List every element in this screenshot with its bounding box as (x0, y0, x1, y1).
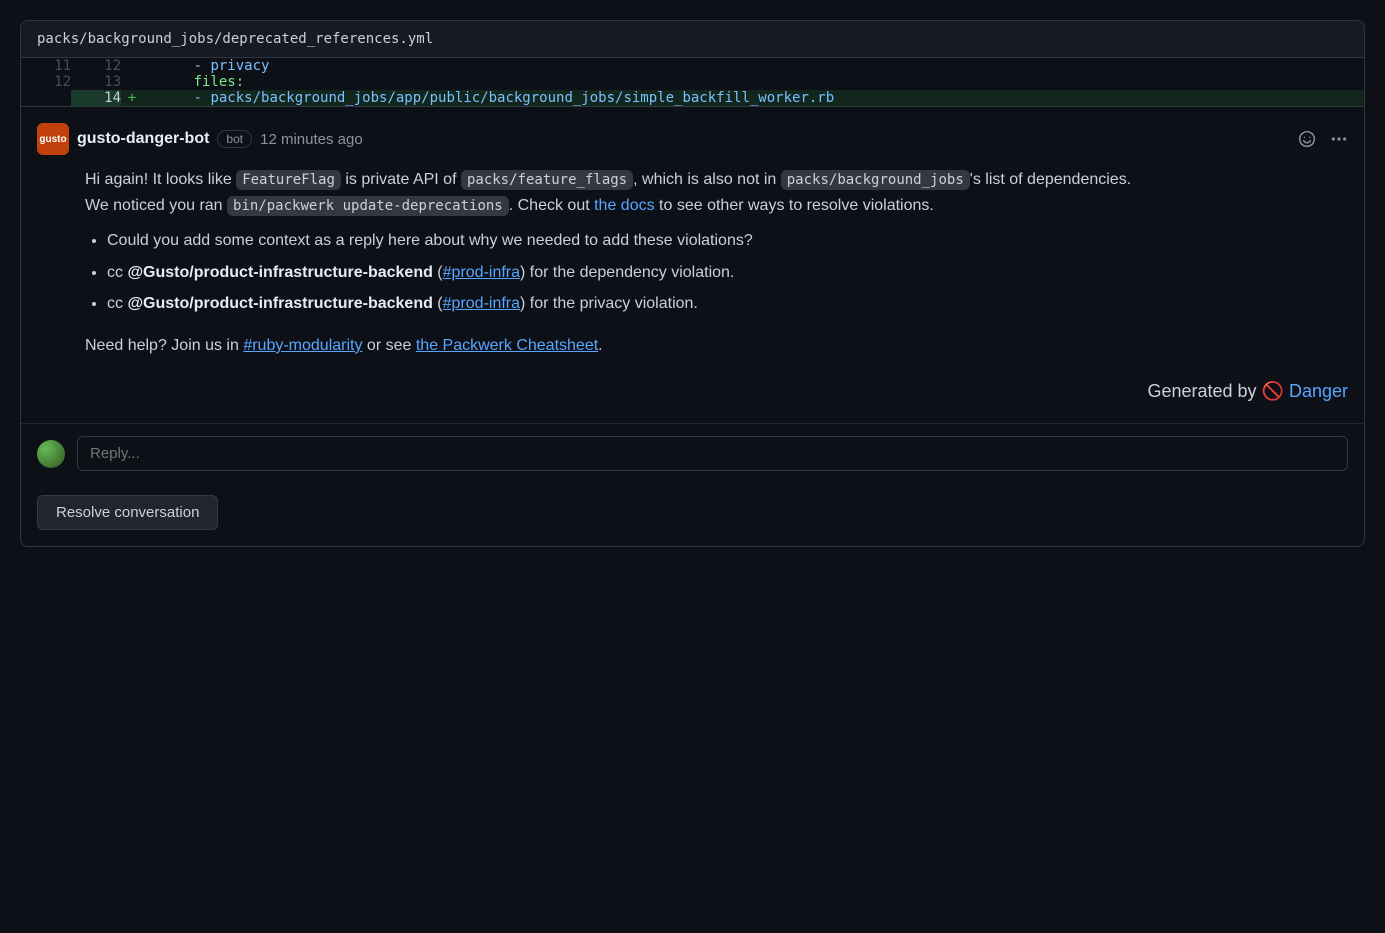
text: Need help? Join us in (85, 337, 243, 354)
resolve-button[interactable]: Resolve conversation (37, 495, 218, 530)
diff-content: files: (143, 74, 1364, 90)
text: 's list of dependencies. (970, 171, 1131, 188)
comment-body: Hi again! It looks like FeatureFlag is p… (85, 167, 1348, 405)
text: . Check out (509, 197, 594, 214)
kebab-icon[interactable] (1330, 130, 1348, 148)
danger-link[interactable]: Danger (1289, 381, 1348, 401)
no-entry-icon: 🚫 (1262, 377, 1284, 406)
cheatsheet-link[interactable]: the Packwerk Cheatsheet (416, 337, 598, 354)
generated-by: Generated by 🚫 Danger (85, 377, 1348, 406)
comment: gusto gusto-danger-bot bot 12 minutes ag… (21, 106, 1364, 405)
list-item: Could you add some context as a reply he… (107, 228, 1348, 254)
emoji-icon[interactable] (1298, 130, 1316, 148)
resolve-row: Resolve conversation (21, 483, 1364, 546)
file-path: packs/background_jobs/deprecated_referen… (37, 31, 433, 47)
inline-code: bin/packwerk update-deprecations (227, 196, 509, 216)
list-item: cc @Gusto/product-infrastructure-backend… (107, 260, 1348, 286)
diff-marker (121, 74, 143, 90)
docs-link[interactable]: the docs (594, 197, 654, 214)
mention[interactable]: @Gusto/product-infrastructure-backend (127, 295, 432, 312)
text: ) for the dependency violation. (520, 264, 734, 281)
diff-table: 1112 - privacy1213 files:14+ - packs/bac… (21, 58, 1364, 106)
mention[interactable]: @Gusto/product-infrastructure-backend (127, 264, 432, 281)
text: cc (107, 264, 127, 281)
reply-input[interactable] (77, 436, 1348, 471)
channel-link[interactable]: #ruby-modularity (243, 337, 362, 354)
bot-badge: bot (217, 130, 252, 148)
inline-code: packs/background_jobs (781, 170, 970, 190)
file-path-header[interactable]: packs/background_jobs/deprecated_referen… (21, 21, 1364, 58)
text: or see (362, 337, 415, 354)
diff-marker: + (121, 90, 143, 106)
text: ( (433, 264, 443, 281)
review-thread: packs/background_jobs/deprecated_referen… (20, 20, 1365, 547)
text: Generated by (1147, 381, 1261, 401)
comment-author[interactable]: gusto-danger-bot (77, 130, 209, 148)
text: We noticed you ran (85, 197, 227, 214)
line-num-new: 12 (71, 58, 121, 74)
comment-timestamp[interactable]: 12 minutes ago (260, 131, 363, 148)
line-num-new: 14 (71, 90, 121, 106)
channel-link[interactable]: #prod-infra (443, 295, 520, 312)
line-num-new: 13 (71, 74, 121, 90)
inline-code: FeatureFlag (236, 170, 341, 190)
diff-content: - packs/background_jobs/app/public/backg… (143, 90, 1364, 106)
user-avatar[interactable] (37, 440, 65, 468)
inline-code: packs/feature_flags (461, 170, 633, 190)
diff-content: - privacy (143, 58, 1364, 74)
diff-marker (121, 58, 143, 74)
text: to see other ways to resolve violations. (655, 197, 934, 214)
diff-row[interactable]: 1112 - privacy (21, 58, 1364, 74)
text: cc (107, 295, 127, 312)
reply-row (21, 423, 1364, 483)
text: ) for the privacy violation. (520, 295, 698, 312)
text: , which is also not in (633, 171, 781, 188)
diff-row[interactable]: 1213 files: (21, 74, 1364, 90)
line-num-old (21, 90, 71, 106)
text: ( (433, 295, 443, 312)
line-num-old: 11 (21, 58, 71, 74)
text: is private API of (341, 171, 461, 188)
bot-avatar[interactable]: gusto (37, 123, 69, 155)
text: . (598, 337, 602, 354)
diff-row[interactable]: 14+ - packs/background_jobs/app/public/b… (21, 90, 1364, 106)
line-num-old: 12 (21, 74, 71, 90)
text: Hi again! It looks like (85, 171, 236, 188)
comment-header: gusto gusto-danger-bot bot 12 minutes ag… (37, 123, 1348, 155)
list-item: cc @Gusto/product-infrastructure-backend… (107, 291, 1348, 317)
channel-link[interactable]: #prod-infra (443, 264, 520, 281)
